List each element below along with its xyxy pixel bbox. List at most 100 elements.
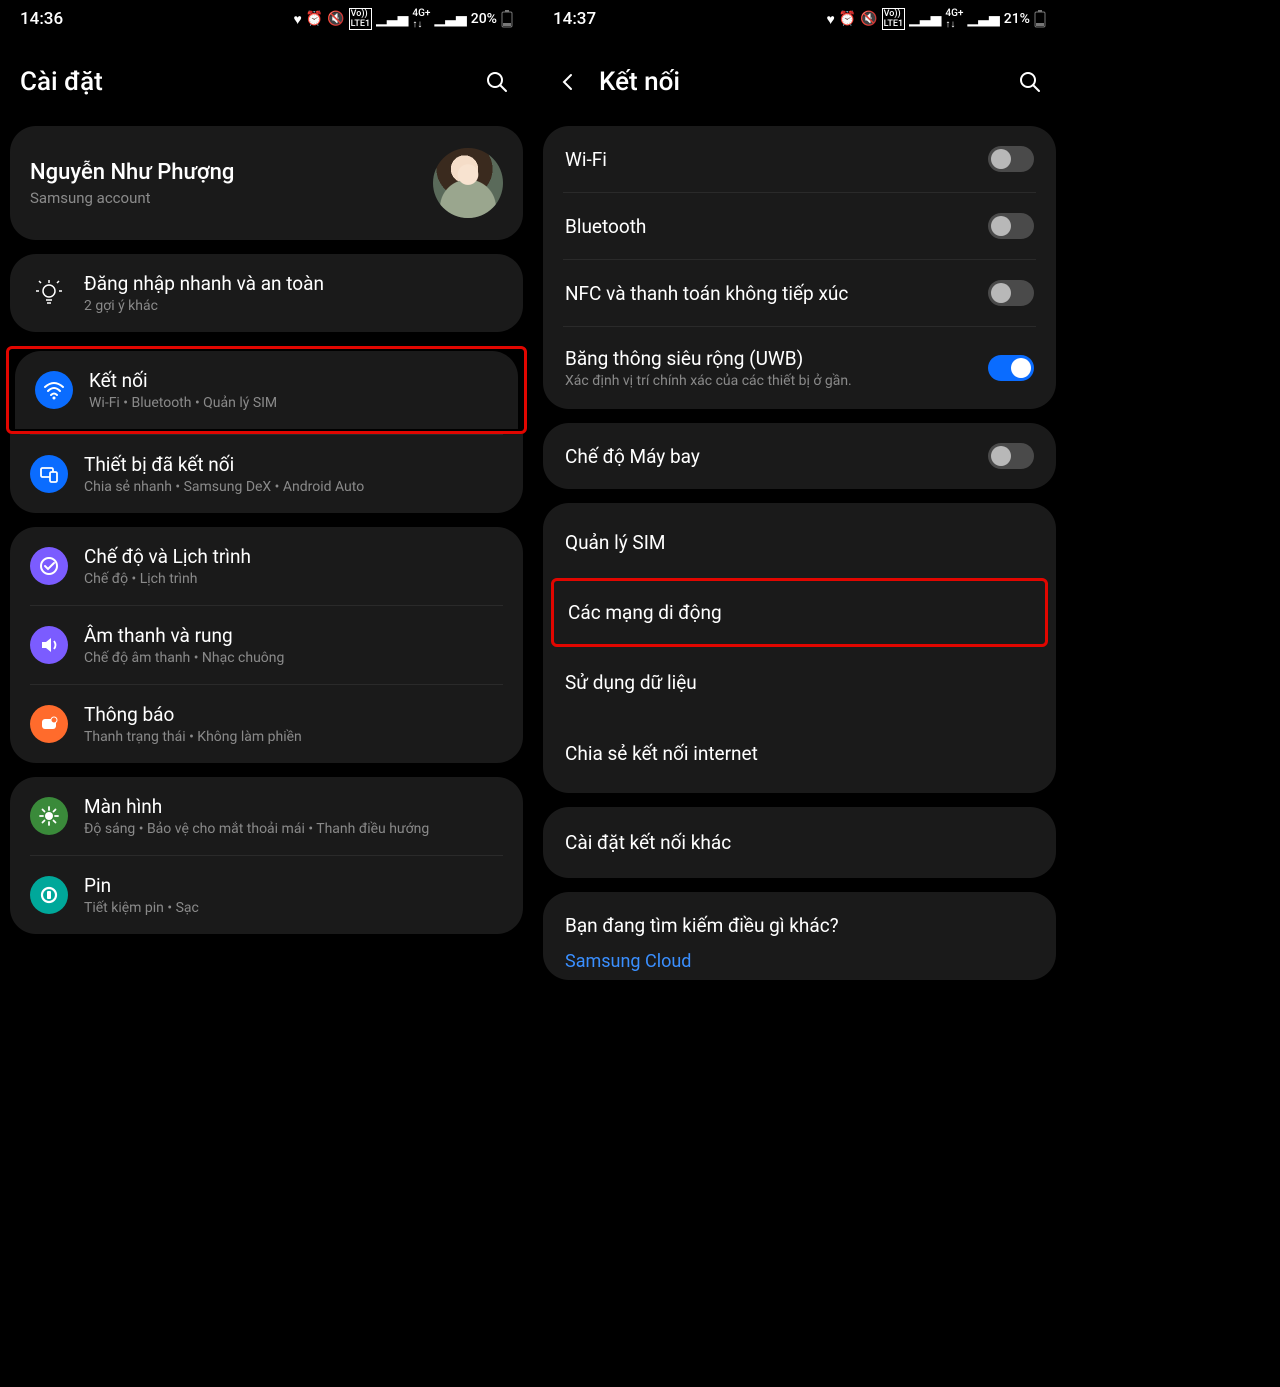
- profile-name: Nguyễn Như Phượng: [30, 160, 234, 185]
- volte-icon: Vo))LTE1: [349, 8, 372, 30]
- row-sub: Chia sẻ nhanh • Samsung DeX • Android Au…: [84, 479, 364, 495]
- battery-pct: 20%: [471, 11, 497, 27]
- row-title: Màn hình: [84, 795, 429, 818]
- profile-card[interactable]: Nguyễn Như Phượng Samsung account: [10, 126, 523, 240]
- row-data-usage[interactable]: Sử dụng dữ liệu: [543, 647, 1056, 718]
- suggest-title: Đăng nhập nhanh và an toàn: [84, 272, 324, 295]
- battery-pct: 21%: [1004, 11, 1030, 27]
- toggle-airplane[interactable]: [988, 443, 1034, 469]
- settings-group-connections: Kết nối Wi-Fi • Bluetooth • Quản lý SIM …: [0, 346, 533, 513]
- chevron-left-icon: [557, 71, 579, 93]
- setting-row-battery[interactable]: Pin Tiết kiệm pin • Sạc: [10, 856, 523, 934]
- wifi-icon: [35, 371, 73, 409]
- search-icon: [485, 70, 509, 94]
- row-mobile-networks[interactable]: Các mạng di động: [554, 581, 1045, 644]
- row-sub: Thanh trạng thái • Không làm phiền: [84, 729, 302, 745]
- alarm-icon: ⏰: [306, 11, 323, 27]
- notification-icon: [30, 705, 68, 743]
- toggle-bluetooth[interactable]: [988, 213, 1034, 239]
- row-label: Băng thông siêu rộng (UWB): [565, 347, 852, 370]
- row-nfc[interactable]: NFC và thanh toán không tiếp xúc: [543, 260, 1056, 326]
- mute-icon: 🔇: [860, 11, 877, 27]
- settings-group-modes: Chế độ và Lịch trình Chế độ • Lịch trình…: [10, 527, 523, 763]
- row-title: Chế độ và Lịch trình: [84, 545, 251, 568]
- battery-setting-icon: [30, 876, 68, 914]
- toggle-nfc[interactable]: [988, 280, 1034, 306]
- row-uwb[interactable]: Băng thông siêu rộng (UWB) Xác định vị t…: [543, 327, 1056, 409]
- airplane-card: Chế độ Máy bay: [543, 423, 1056, 489]
- row-other-conn[interactable]: Cài đặt kết nối khác: [543, 807, 1056, 878]
- row-label: Cài đặt kết nối khác: [565, 831, 731, 854]
- display-icon: [30, 797, 68, 835]
- highlight-mobile-networks: Các mạng di động: [551, 578, 1048, 647]
- row-sub: Wi-Fi • Bluetooth • Quản lý SIM: [89, 395, 277, 411]
- suggestion-card[interactable]: Đăng nhập nhanh và an toàn 2 gợi ý khác: [10, 254, 523, 332]
- row-sub: Xác định vị trí chính xác của các thiết …: [565, 373, 852, 389]
- setting-row-modes[interactable]: Chế độ và Lịch trình Chế độ • Lịch trình: [10, 527, 523, 605]
- row-label: Chế độ Máy bay: [565, 445, 700, 468]
- avatar: [433, 148, 503, 218]
- row-sub: Chế độ âm thanh • Nhạc chuông: [84, 650, 284, 666]
- heart-icon: ♥: [826, 11, 834, 28]
- modes-icon: [30, 547, 68, 585]
- other-conn-card: Cài đặt kết nối khác: [543, 807, 1056, 878]
- lightbulb-icon: [30, 274, 68, 312]
- signal2-icon: ▁▃▅: [967, 11, 999, 27]
- heart-icon: ♥: [293, 11, 301, 28]
- status-icons: ♥ ⏰ 🔇 Vo))LTE1 ▁▃▅ 4G+↑↓ ▁▃▅ 20%: [293, 8, 513, 30]
- toggles-card: Wi-Fi Bluetooth NFC và thanh toán không …: [543, 126, 1056, 409]
- setting-row-notif[interactable]: Thông báo Thanh trạng thái • Không làm p…: [10, 685, 523, 763]
- row-label: Chia sẻ kết nối internet: [565, 742, 758, 765]
- row-title: Kết nối: [89, 369, 277, 392]
- 4g-icon: 4G+↑↓: [945, 8, 963, 30]
- search-more-link[interactable]: Samsung Cloud: [565, 951, 1034, 972]
- settings-group-display: Màn hình Độ sáng • Bảo vệ cho mắt thoải …: [10, 777, 523, 934]
- volte-icon: Vo))LTE1: [882, 8, 905, 30]
- search-button[interactable]: [481, 66, 513, 98]
- signal-icon: ▁▃▅: [909, 11, 941, 27]
- row-title: Pin: [84, 874, 199, 897]
- search-more-card[interactable]: Bạn đang tìm kiếm điều gì khác? Samsung …: [543, 892, 1056, 980]
- battery-icon: [1034, 10, 1046, 28]
- page-header: Kết nối: [533, 34, 1066, 126]
- alarm-icon: ⏰: [839, 11, 856, 27]
- setting-row-devices[interactable]: Thiết bị đã kết nối Chia sẻ nhanh • Sams…: [10, 435, 523, 513]
- back-button[interactable]: [553, 71, 583, 93]
- page-header: Cài đặt: [0, 34, 533, 126]
- setting-row-connections[interactable]: Kết nối Wi-Fi • Bluetooth • Quản lý SIM: [15, 351, 518, 429]
- row-sub: Tiết kiệm pin • Sạc: [84, 900, 199, 916]
- battery-icon: [501, 10, 513, 28]
- mute-icon: 🔇: [327, 11, 344, 27]
- search-icon: [1018, 70, 1042, 94]
- setting-row-display[interactable]: Màn hình Độ sáng • Bảo vệ cho mắt thoải …: [10, 777, 523, 855]
- row-sub: Chế độ • Lịch trình: [84, 571, 251, 587]
- row-tethering[interactable]: Chia sẻ kết nối internet: [543, 718, 1056, 789]
- status-icons: ♥ ⏰ 🔇 Vo))LTE1 ▁▃▅ 4G+↑↓ ▁▃▅ 21%: [826, 8, 1046, 30]
- signal-icon: ▁▃▅: [376, 11, 408, 27]
- row-sub: Độ sáng • Bảo vệ cho mắt thoải mái • Tha…: [84, 821, 429, 837]
- status-bar: 14:37 ♥ ⏰ 🔇 Vo))LTE1 ▁▃▅ 4G+↑↓ ▁▃▅ 21%: [533, 0, 1066, 34]
- search-more-question: Bạn đang tìm kiếm điều gì khác?: [565, 914, 1034, 937]
- connections-screen: 14:37 ♥ ⏰ 🔇 Vo))LTE1 ▁▃▅ 4G+↑↓ ▁▃▅ 21% K…: [533, 0, 1066, 1155]
- setting-row-sound[interactable]: Âm thanh và rung Chế độ âm thanh • Nhạc …: [10, 606, 523, 684]
- row-label: Sử dụng dữ liệu: [565, 671, 697, 694]
- devices-icon: [30, 455, 68, 493]
- row-bluetooth[interactable]: Bluetooth: [543, 193, 1056, 259]
- row-airplane[interactable]: Chế độ Máy bay: [543, 423, 1056, 489]
- row-title: Thiết bị đã kết nối: [84, 453, 364, 476]
- row-title: Thông báo: [84, 703, 302, 726]
- search-button[interactable]: [1014, 66, 1046, 98]
- suggest-sub: 2 gợi ý khác: [84, 298, 324, 314]
- signal2-icon: ▁▃▅: [434, 11, 466, 27]
- row-label: Wi-Fi: [565, 148, 607, 171]
- settings-main-screen: 14:36 ♥ ⏰ 🔇 Vo))LTE1 ▁▃▅ 4G+↑↓ ▁▃▅ 20% C…: [0, 0, 533, 1155]
- row-label: Quản lý SIM: [565, 531, 665, 554]
- row-wifi[interactable]: Wi-Fi: [543, 126, 1056, 192]
- row-label: NFC và thanh toán không tiếp xúc: [565, 282, 848, 305]
- row-sim-manage[interactable]: Quản lý SIM: [543, 507, 1056, 578]
- toggle-uwb[interactable]: [988, 355, 1034, 381]
- row-title: Âm thanh và rung: [84, 624, 284, 647]
- sound-icon: [30, 626, 68, 664]
- toggle-wifi[interactable]: [988, 146, 1034, 172]
- row-label: Các mạng di động: [568, 601, 722, 624]
